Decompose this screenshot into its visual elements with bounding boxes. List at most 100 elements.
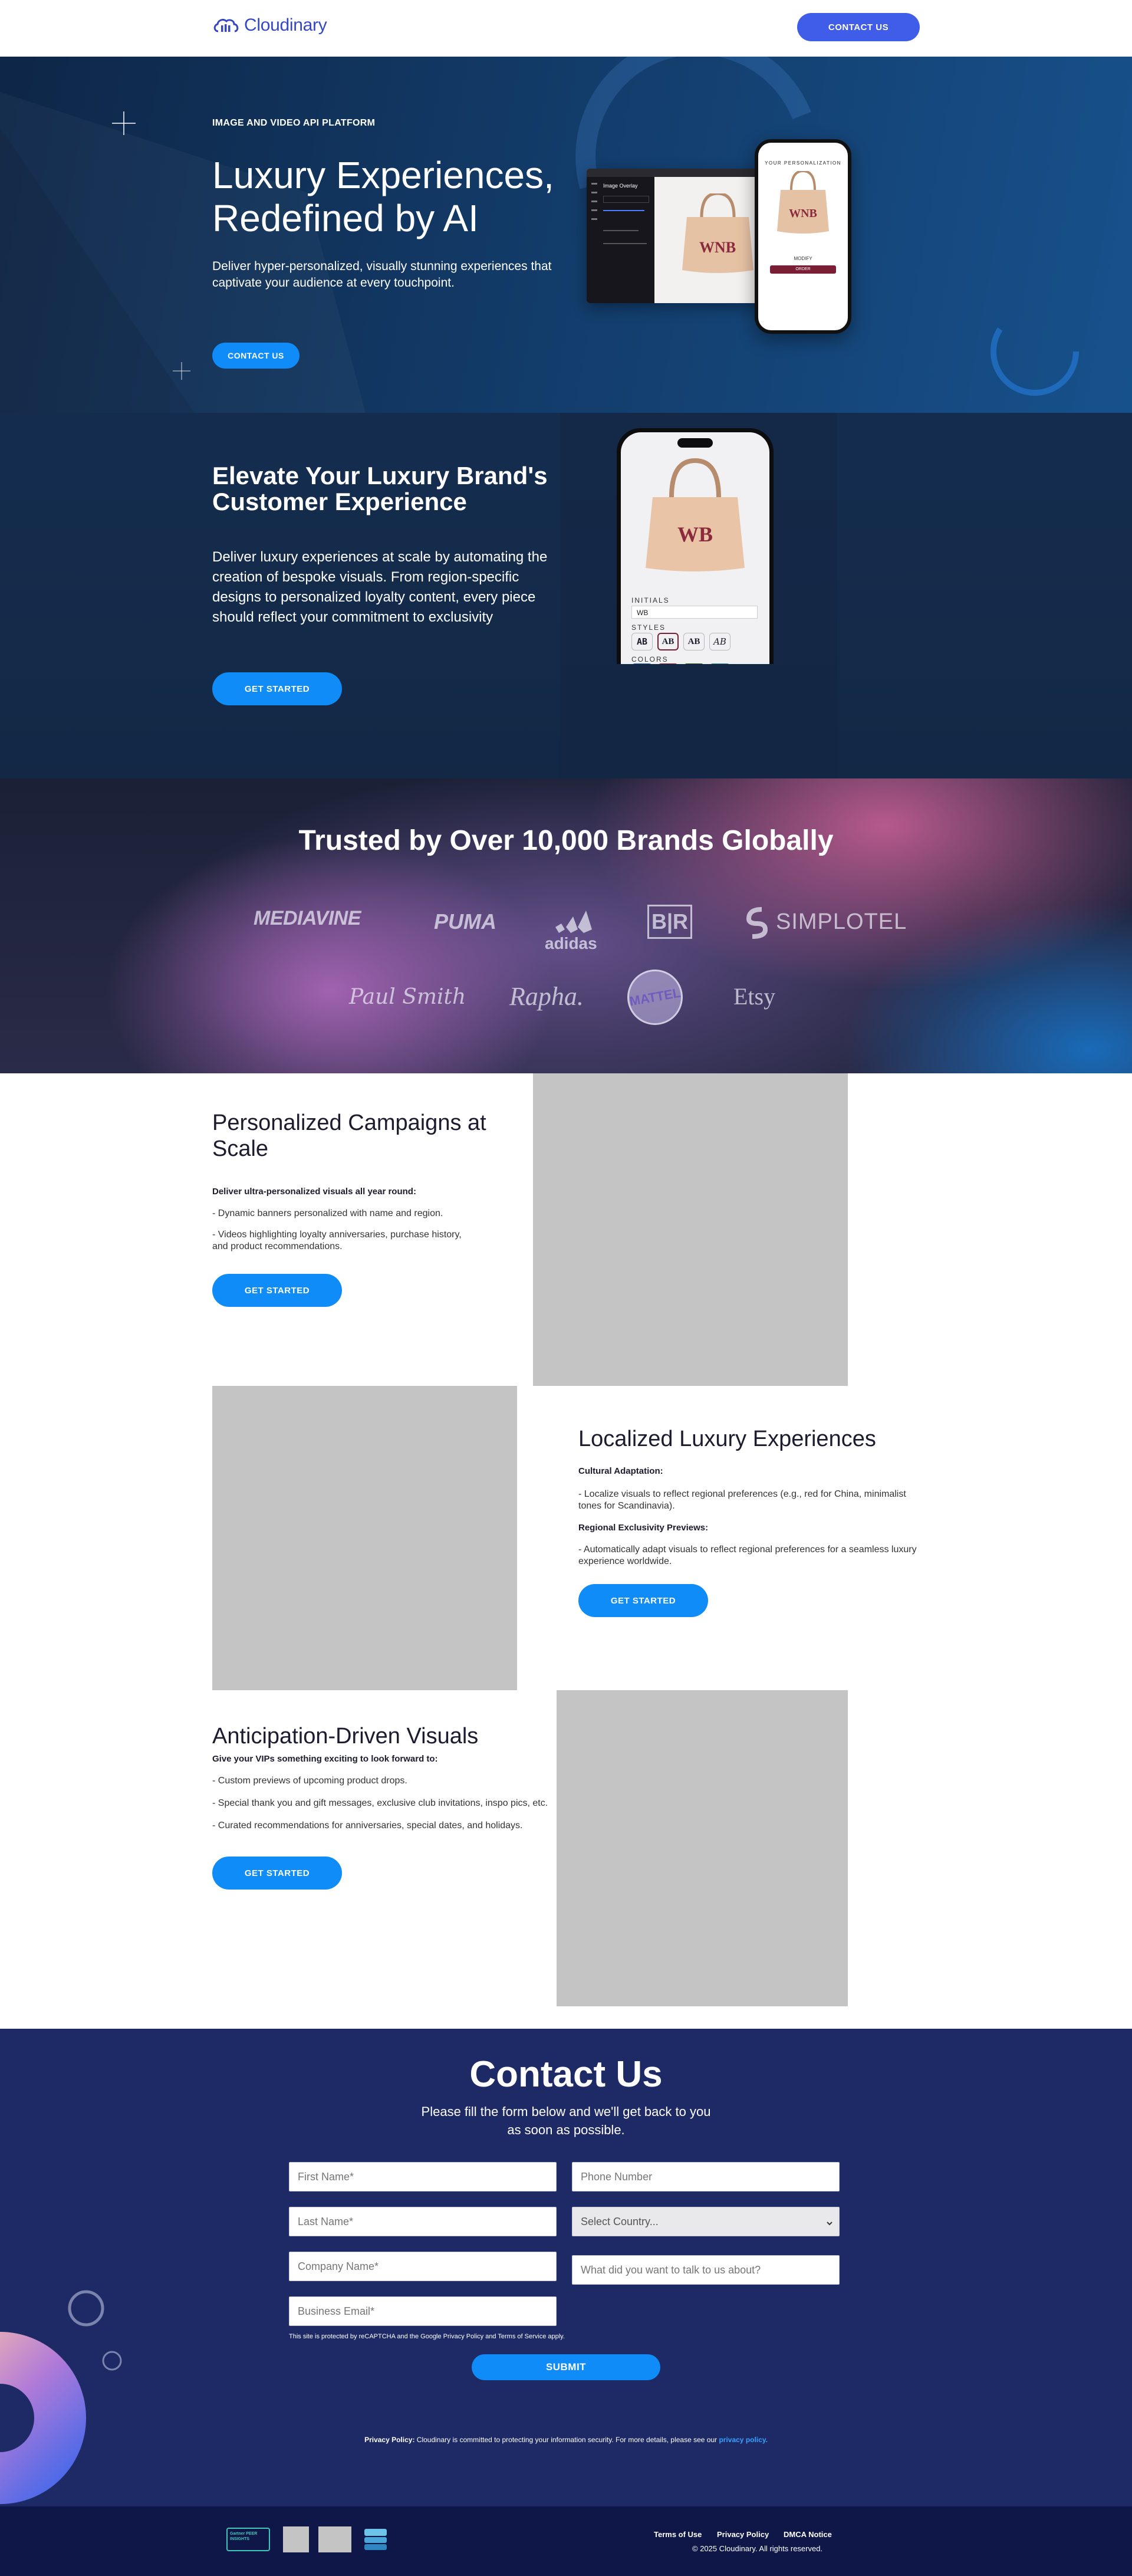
anticipation-title: Anticipation-Driven Visuals bbox=[212, 1724, 479, 1749]
site-footer: Gartner PEER INSIGHTS Terms of Use Priva… bbox=[0, 2506, 1132, 2576]
phone-field[interactable] bbox=[572, 2162, 840, 2191]
order-button[interactable]: ORDER bbox=[770, 265, 836, 274]
privacy-policy-link[interactable]: privacy policy. bbox=[719, 2436, 767, 2444]
color-swatch-1[interactable] bbox=[631, 663, 653, 664]
initials-input[interactable]: WB bbox=[631, 606, 758, 619]
country-select[interactable]: Select Country... bbox=[572, 2207, 840, 2236]
campaigns-item-2: - Videos highlighting loyalty anniversar… bbox=[212, 1230, 462, 1251]
color-swatch-3[interactable] bbox=[683, 663, 705, 664]
editor-side-panel: Image Overlay bbox=[587, 177, 654, 303]
style-option-2[interactable]: AB bbox=[657, 633, 679, 650]
elevate-decoration bbox=[560, 413, 837, 778]
badge-placeholder-1 bbox=[283, 2526, 309, 2552]
brand-logo-mattel: MATTEL bbox=[623, 965, 687, 1030]
contact-section: Contact Us Please fill the form below an… bbox=[0, 2029, 1132, 2506]
simplotel-mark-icon bbox=[746, 907, 768, 939]
cloud-logo-icon bbox=[213, 19, 239, 32]
campaigns-lead: Deliver ultra-personalized visuals all y… bbox=[212, 1187, 416, 1197]
brand-logo-br: B|R bbox=[647, 905, 692, 939]
anticipation-item-3: - Curated recommendations for anniversar… bbox=[212, 1821, 523, 1831]
color-swatches bbox=[631, 663, 761, 664]
contact-title: Contact Us bbox=[469, 2054, 663, 2095]
editor-mockup: Image Overlay WNB bbox=[587, 169, 781, 303]
colors-label: COLORS bbox=[631, 655, 669, 663]
brand-logo-etsy: Etsy bbox=[733, 983, 776, 1010]
brand-logo-paul-smith: Paul Smith bbox=[349, 985, 466, 1009]
elevate-section: Elevate Your Luxury Brand's Customer Exp… bbox=[0, 413, 1132, 778]
logo-text: Cloudinary bbox=[244, 15, 327, 35]
last-name-field[interactable] bbox=[289, 2207, 557, 2236]
hero-contact-button[interactable]: CONTACT US bbox=[212, 343, 300, 369]
campaigns-get-started-button[interactable]: GET STARTED bbox=[212, 1274, 342, 1307]
localized-item-cultural: - Localize visuals to reflect regional p… bbox=[578, 1489, 906, 1511]
styles-label: STYLES bbox=[631, 623, 666, 632]
country-select-value: Select Country... bbox=[581, 2215, 659, 2227]
topic-field[interactable] bbox=[572, 2255, 840, 2285]
style-option-1[interactable]: AB bbox=[631, 633, 653, 650]
anticipation-item-1: - Custom previews of upcoming product dr… bbox=[212, 1776, 407, 1786]
localized-sub-cultural: Cultural Adaptation: bbox=[578, 1466, 663, 1476]
phone-monogram: WNB bbox=[789, 207, 817, 220]
cloudinary-logo[interactable]: Cloudinary bbox=[212, 15, 327, 35]
localized-item-regional: - Automatically adapt visuals to reflect… bbox=[578, 1545, 917, 1566]
company-field[interactable] bbox=[289, 2252, 557, 2281]
contact-decoration bbox=[0, 2290, 122, 2504]
initials-label: INITIALS bbox=[631, 596, 670, 604]
adidas-stripes-icon bbox=[555, 911, 592, 933]
recaptcha-notice: This site is protected by reCAPTCHA and … bbox=[289, 2333, 565, 2340]
localized-sub-regional: Regional Exclusivity Previews: bbox=[578, 1523, 709, 1533]
anticipation-section: Anticipation-Driven Visuals Give your VI… bbox=[0, 1690, 1132, 2029]
hero-description: Deliver hyper-personalized, visually stu… bbox=[212, 259, 552, 290]
localized-section: Localized Luxury Experiences Cultural Ad… bbox=[0, 1386, 1132, 1690]
submit-button[interactable]: SUBMIT bbox=[472, 2354, 660, 2380]
brand-logo-adidas: adidas bbox=[545, 934, 597, 952]
localized-image-placeholder bbox=[212, 1386, 517, 1690]
brand-logo-rapha: Rapha. bbox=[509, 982, 584, 1011]
footer-copyright: © 2025 Cloudinary. All rights reserved. bbox=[692, 2544, 823, 2553]
privacy-text: Cloudinary is committed to protecting yo… bbox=[414, 2436, 719, 2444]
localized-get-started-button[interactable]: GET STARTED bbox=[578, 1584, 708, 1617]
phone-title: YOUR PERSONALIZATION bbox=[765, 160, 841, 166]
localized-title: Localized Luxury Experiences bbox=[578, 1427, 876, 1451]
footer-link-terms[interactable]: Terms of Use bbox=[654, 2530, 702, 2539]
footer-link-dmca[interactable]: DMCA Notice bbox=[784, 2530, 832, 2539]
privacy-notice: Privacy Policy: Cloudinary is committed … bbox=[0, 2436, 1132, 2444]
trusted-title: Trusted by Over 10,000 Brands Globally bbox=[298, 825, 834, 856]
header-contact-button[interactable]: CONTACT US bbox=[797, 13, 920, 41]
trusted-section: Trusted by Over 10,000 Brands Globally M… bbox=[0, 778, 1132, 1073]
hero-phone-mockup: YOUR PERSONALIZATION WNB MODIFY ORDER bbox=[755, 139, 851, 334]
campaigns-image-placeholder bbox=[533, 1073, 848, 1386]
contact-subtitle: Please fill the form below and we'll get… bbox=[421, 2104, 711, 2137]
canvas-monogram: WNB bbox=[699, 239, 736, 256]
campaigns-item-1: - Dynamic banners personalized with name… bbox=[212, 1208, 443, 1218]
privacy-label: Privacy Policy: bbox=[364, 2436, 415, 2444]
anticipation-lead: Give your VIPs something exciting to loo… bbox=[212, 1754, 438, 1764]
elevate-phone-mockup: WB INITIALS WB STYLES AB AB AB AB COLORS bbox=[617, 428, 774, 664]
hero-eyebrow: IMAGE AND VIDEO API PLATFORM bbox=[212, 118, 376, 128]
modify-label: MODIFY bbox=[794, 256, 812, 261]
elevate-get-started-button[interactable]: GET STARTED bbox=[212, 672, 342, 705]
badge-placeholder-2 bbox=[318, 2526, 351, 2552]
panel-title: Image Overlay bbox=[603, 183, 638, 189]
anticipation-item-2: - Special thank you and gift messages, e… bbox=[212, 1798, 548, 1808]
elevate-phone-monogram: WB bbox=[677, 523, 713, 546]
hero-title: Luxury Experiences, Redefined by AI bbox=[212, 154, 554, 239]
footer-link-privacy[interactable]: Privacy Policy bbox=[717, 2530, 769, 2539]
brand-logo-simplotel: SIMPLOTEL bbox=[776, 909, 907, 934]
style-option-3[interactable]: AB bbox=[683, 633, 705, 650]
campaigns-title: Personalized Campaigns at Scale bbox=[212, 1110, 486, 1161]
brand-logo-mediavine: MEDIAVINE bbox=[254, 907, 361, 929]
brand-logo-puma: PUMA bbox=[434, 909, 496, 934]
badge-stack-icon bbox=[364, 2529, 387, 2550]
color-swatch-4[interactable] bbox=[709, 663, 730, 664]
gartner-badge: Gartner PEER INSIGHTS bbox=[226, 2528, 270, 2551]
color-swatch-2[interactable] bbox=[657, 663, 679, 664]
first-name-field[interactable] bbox=[289, 2162, 557, 2191]
chevron-down-icon bbox=[826, 2217, 833, 2230]
business-email-field[interactable] bbox=[289, 2296, 557, 2326]
site-header: Cloudinary CONTACT US bbox=[0, 0, 1132, 57]
anticipation-image-placeholder bbox=[557, 1690, 848, 2006]
anticipation-get-started-button[interactable]: GET STARTED bbox=[212, 1857, 342, 1890]
elevate-description: Deliver luxury experiences at scale by a… bbox=[212, 549, 548, 625]
style-option-4[interactable]: AB bbox=[709, 633, 730, 650]
